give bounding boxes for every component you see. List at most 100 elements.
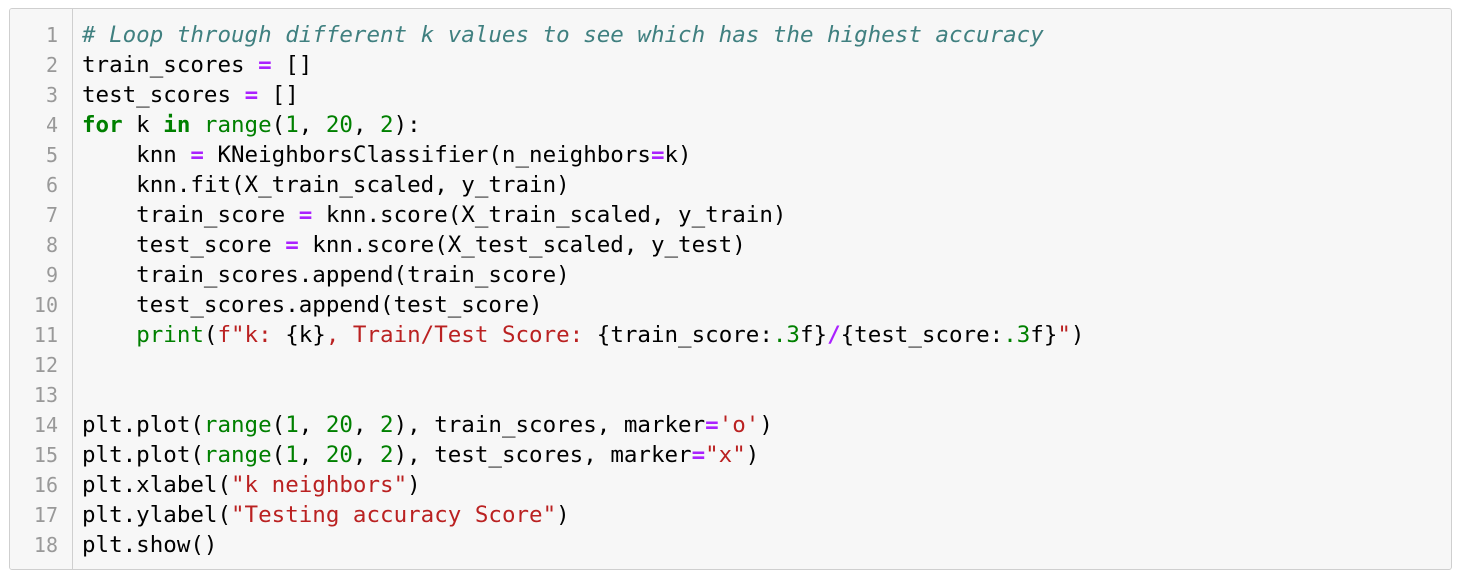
code-token: {k} <box>285 322 326 348</box>
code-text: # Loop through different k values to see… <box>82 20 1044 50</box>
code-cell[interactable]: 1 # Loop through different k values to se… <box>9 8 1452 570</box>
line-number: 14 <box>33 413 58 437</box>
code-line[interactable]: 4 for k in range(1, 20, 2): <box>10 110 1451 140</box>
code-token: 20 <box>325 442 353 468</box>
code-text: train_score = knn.score(X_train_scaled, … <box>82 200 786 230</box>
code-token: ) <box>745 442 760 468</box>
code-token: .3 <box>772 322 800 348</box>
code-token: ( <box>271 412 286 438</box>
code-token: 2 <box>380 442 394 468</box>
code-text: print(f"k: {k}, Train/Test Score: {train… <box>82 320 1084 350</box>
code-token: train_scores <box>82 52 259 78</box>
code-token: = <box>650 142 665 168</box>
code-token: knn.score(X_test_scaled, y_test) <box>298 232 746 258</box>
code-token: f"k: <box>217 322 286 348</box>
code-token: test_score <box>82 232 286 258</box>
code-token: knn.fit(X_train_scaled, y_train) <box>82 172 570 198</box>
code-token: range <box>203 112 272 138</box>
code-token: train_scores.append(train_score) <box>82 262 570 288</box>
code-token: "Testing accuracy Score" <box>231 502 557 528</box>
code-line[interactable]: 2 train_scores = [] <box>10 50 1451 80</box>
line-number: 9 <box>45 263 58 287</box>
code-line[interactable]: 11 print(f"k: {k}, Train/Test Score: {tr… <box>10 320 1451 350</box>
line-number: 3 <box>45 83 58 107</box>
code-line[interactable]: 5 knn = KNeighborsClassifier(n_neighbors… <box>10 140 1451 170</box>
line-number: 5 <box>45 143 58 167</box>
code-token: = <box>705 412 719 438</box>
code-line[interactable]: 7 train_score = knn.score(X_train_scaled… <box>10 200 1451 230</box>
line-number: 6 <box>45 173 58 197</box>
code-text: plt.plot(range(1, 20, 2), test_scores, m… <box>82 440 759 470</box>
line-number: 13 <box>33 383 58 407</box>
code-line[interactable]: 10 test_scores.append(test_score) <box>10 290 1451 320</box>
code-token: = <box>285 232 299 258</box>
code-line[interactable]: 17 plt.ylabel("Testing accuracy Score") <box>10 500 1451 530</box>
code-line[interactable]: 9 train_scores.append(train_score) <box>10 260 1451 290</box>
code-editor[interactable]: 1 # Loop through different k values to se… <box>10 20 1451 560</box>
code-token: 2 <box>380 112 394 138</box>
code-line[interactable]: 6 knn.fit(X_train_scaled, y_train) <box>10 170 1451 200</box>
code-text: test_score = knn.score(X_test_scaled, y_… <box>82 230 746 260</box>
code-token: = <box>691 442 706 468</box>
code-line[interactable]: 16 plt.xlabel("k neighbors") <box>10 470 1451 500</box>
code-token: in <box>163 112 191 138</box>
code-token: 1 <box>285 442 299 468</box>
code-text: knn.fit(X_train_scaled, y_train) <box>82 170 570 200</box>
code-text: test_scores.append(test_score) <box>82 290 542 320</box>
code-line[interactable]: 1 # Loop through different k values to se… <box>10 20 1451 50</box>
code-line[interactable]: 8 test_score = knn.score(X_test_scaled, … <box>10 230 1451 260</box>
code-line[interactable]: 12 <box>10 350 1451 380</box>
code-token: print <box>136 322 204 348</box>
line-number: 18 <box>33 533 58 557</box>
code-token: ) <box>556 502 570 528</box>
code-token: ), test_scores, marker <box>393 442 692 468</box>
line-number: 11 <box>33 323 58 347</box>
code-token: "x" <box>705 442 746 468</box>
code-token: 20 <box>325 112 353 138</box>
line-number: 4 <box>45 113 58 137</box>
code-line[interactable]: 15 plt.plot(range(1, 20, 2), test_scores,… <box>10 440 1451 470</box>
code-token: plt.plot( <box>82 442 204 468</box>
line-number: 2 <box>45 53 58 77</box>
code-token: , <box>298 412 326 438</box>
code-line[interactable]: 14 plt.plot(range(1, 20, 2), train_scores… <box>10 410 1451 440</box>
code-token: = <box>190 142 204 168</box>
code-token: plt.plot( <box>82 412 204 438</box>
code-token: {train_score: <box>596 322 773 348</box>
code-token: 2 <box>380 412 394 438</box>
code-token: ) <box>1070 322 1085 348</box>
code-token: k <box>122 112 164 138</box>
code-text: plt.show() <box>82 530 217 560</box>
code-token: , <box>298 442 326 468</box>
code-token: = <box>244 82 259 108</box>
code-text: for k in range(1, 20, 2): <box>82 110 421 140</box>
line-number: 17 <box>33 503 58 527</box>
code-token: ( <box>203 322 218 348</box>
code-token: # Loop through different k values to see… <box>82 22 1044 48</box>
code-line[interactable]: 13 <box>10 380 1451 410</box>
code-token: 'o' <box>718 412 760 438</box>
line-number: 15 <box>33 443 58 467</box>
code-token: range <box>203 412 272 438</box>
code-token: ) <box>407 472 421 498</box>
code-token: " <box>1057 322 1071 348</box>
code-token: [] <box>258 82 299 108</box>
code-line[interactable]: 18 plt.show() <box>10 530 1451 560</box>
code-token: , Train/Test Score: <box>325 322 597 348</box>
code-text: plt.ylabel("Testing accuracy Score") <box>82 500 570 530</box>
code-token: 1 <box>285 112 299 138</box>
line-number: 1 <box>45 23 58 47</box>
code-token: , <box>352 112 381 138</box>
code-token: ( <box>271 442 286 468</box>
code-line[interactable]: 3 test_scores = [] <box>10 80 1451 110</box>
code-token: = <box>298 202 313 228</box>
code-token: , <box>298 112 326 138</box>
code-token: / <box>827 322 841 348</box>
line-number: 16 <box>33 473 58 497</box>
code-token: = <box>258 52 272 78</box>
code-token: train_score <box>82 202 299 228</box>
code-token: f} <box>1030 322 1058 348</box>
line-number: 7 <box>45 203 58 227</box>
